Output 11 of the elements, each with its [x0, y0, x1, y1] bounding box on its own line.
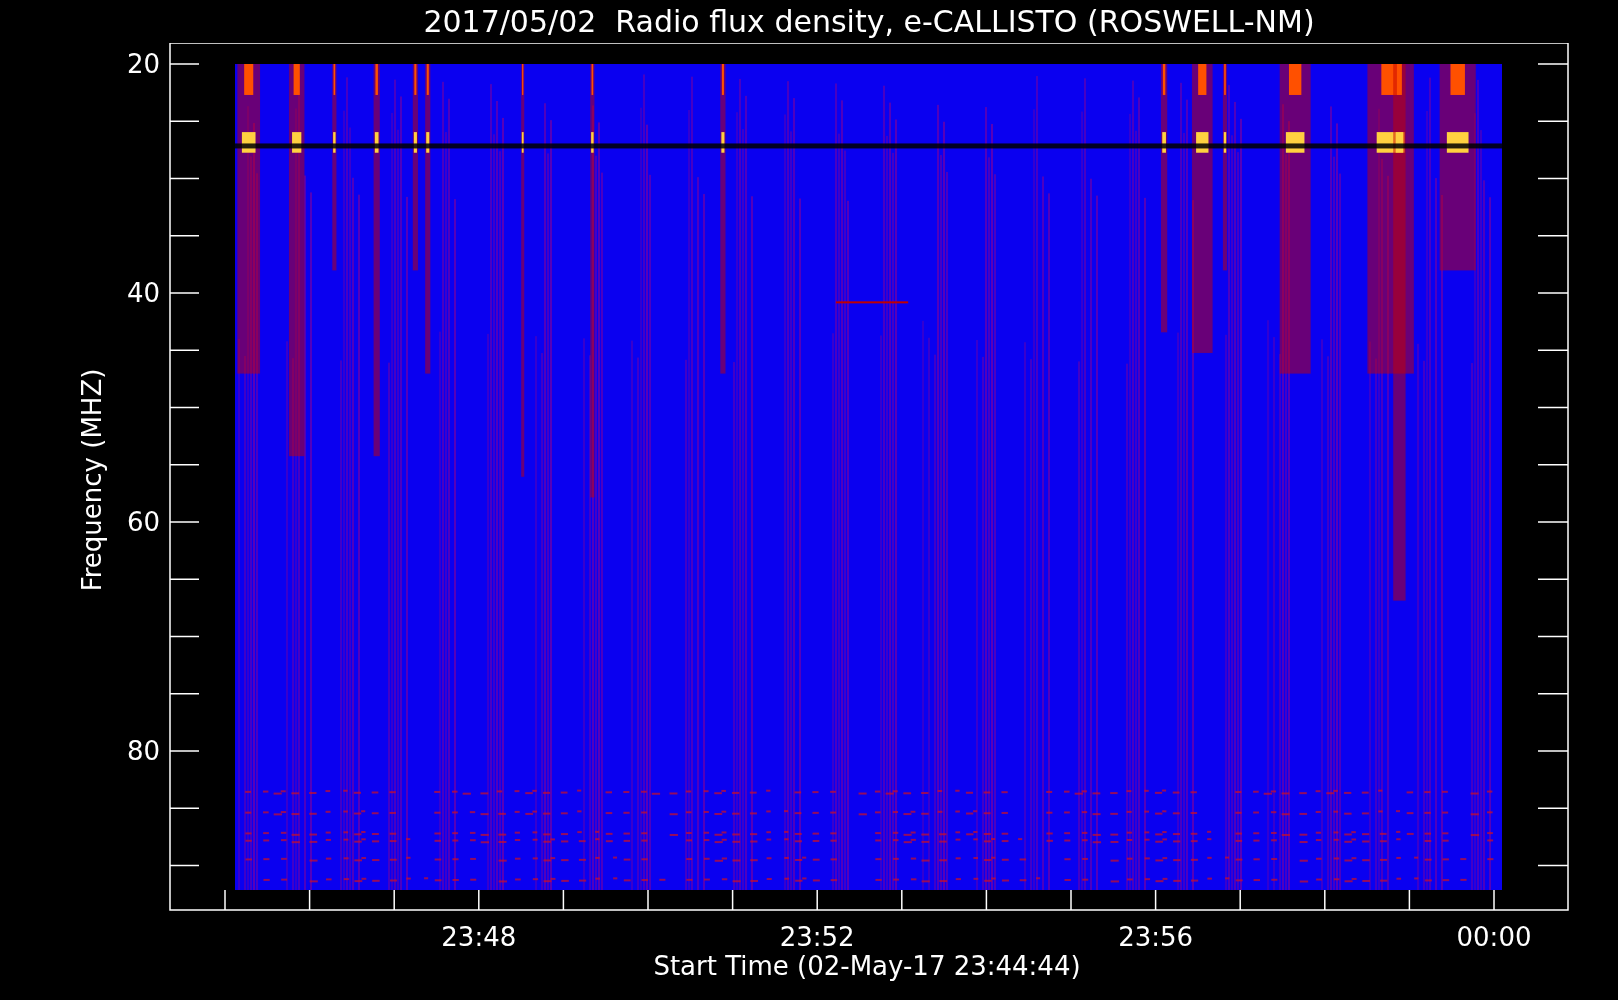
chart-title: 2017/05/02 Radio flux density, e-CALLISTO (ROSWELL-NM) — [423, 6, 1315, 37]
y-tick-label: 80 — [126, 736, 160, 766]
x-tick-label: 23:52 — [779, 922, 855, 952]
x-axis-label: Start Time (02-May-17 23:44:44) — [653, 951, 1081, 981]
x-tick-label: 00:00 — [1456, 922, 1532, 952]
y-axis-label: Frequency (MHZ) — [77, 368, 107, 592]
y-tick-label: 20 — [126, 49, 160, 79]
y-tick-label: 60 — [126, 507, 160, 537]
x-tick-label: 23:48 — [441, 922, 517, 952]
x-tick-label: 23:56 — [1118, 922, 1194, 952]
y-tick-label: 40 — [126, 278, 160, 308]
